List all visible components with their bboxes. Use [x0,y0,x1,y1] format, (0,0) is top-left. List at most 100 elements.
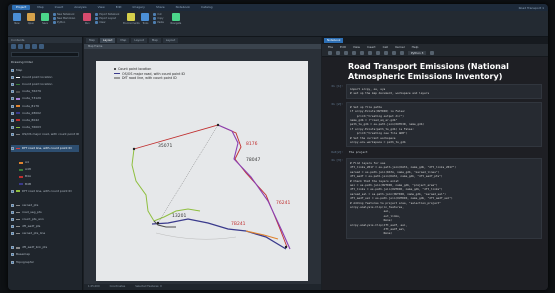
run-icon[interactable] [384,51,388,55]
view-tab[interactable]: Layout [99,38,116,43]
layer-item[interactable]: OS/OS major road, with count point ID [11,131,79,138]
cell-type-select[interactable]: Python 3 [408,51,427,55]
list-by-drawing-order-icon[interactable] [11,44,16,49]
layer-item[interactable]: Map [11,67,79,74]
ribbon-button[interactable]: Save [39,13,51,25]
add-cell-icon[interactable] [336,51,340,55]
layer-item[interactable]: route_8042 [11,117,79,124]
ribbon-tab[interactable]: Imagery [129,5,149,10]
ribbon-button[interactable]: Tools [139,13,151,25]
restart-icon[interactable] [400,51,404,55]
code-cell[interactable]: In [2]: # Set up file paths if arcpy.Exist… [322,101,542,148]
tab-notebook[interactable]: Notebook [324,38,344,43]
ribbon-small-button[interactable]: Paste [153,21,164,24]
layer-checkbox[interactable] [11,125,14,129]
ribbon-tab[interactable]: Insert [51,5,68,10]
layer-checkbox[interactable] [11,189,14,193]
ribbon-small-button[interactable]: Export Layout [95,17,119,20]
layer-item[interactable]: B4B [11,181,79,188]
layer-checkbox[interactable] [11,69,14,73]
layer-item[interactable] [11,138,79,145]
stop-icon[interactable] [392,51,396,55]
code-editor[interactable]: # Set up file paths if arcpy.Exists(OUTDI… [346,101,542,148]
view-tab[interactable]: Map [117,38,130,43]
ribbon-small-button[interactable]: Python [53,21,75,24]
layer-item[interactable]: route_76003 [11,124,79,131]
ribbon-button[interactable]: Navigate [170,13,182,25]
notebook-menu-item[interactable]: Cell [383,44,389,50]
view-tab[interactable]: Layout [131,38,147,43]
layer-checkbox[interactable] [11,83,14,87]
layer-item[interactable]: osroad_pts [11,202,79,209]
ribbon-button[interactable]: New [11,13,23,25]
view-tab[interactable]: Map [148,38,161,43]
output-cell[interactable]: Out[2]: The project [322,150,542,154]
move-down-icon[interactable] [376,51,380,55]
ribbon-tab[interactable]: Analysis [70,5,90,10]
layer-checkbox[interactable] [11,118,14,122]
view-tab[interactable]: Map [86,38,98,43]
ribbon-tab[interactable]: View [94,5,109,10]
copy-icon[interactable] [352,51,356,55]
view-tab[interactable]: Layout [162,38,179,43]
layer-item[interactable]: A48 [11,166,79,173]
layer-item[interactable]: route_76279 [11,88,79,95]
ribbon-tab[interactable]: Notebook [172,5,194,10]
map-frame[interactable]: 35071 8176 78047 76241 7B241 13201 [96,61,308,281]
layer-item[interactable]: Count point location [11,74,79,81]
layer-item[interactable]: route_73129 [11,95,79,102]
count-point-marker[interactable] [216,123,220,127]
save-icon[interactable] [328,51,332,55]
layer-item[interactable]: count_pts_ann [11,216,79,223]
ribbon-small-button[interactable]: New Notebook [53,13,75,16]
ribbon-small-button[interactable]: New Markdown [53,17,75,20]
layer-checkbox[interactable] [11,232,14,236]
list-by-selection-icon[interactable] [25,44,30,49]
layout-page[interactable]: 35071 8176 78047 76241 7B241 13201 Count… [96,61,308,281]
keyboard-icon[interactable] [430,51,435,55]
layer-item[interactable]: dft_aadf_link_pts [11,244,79,251]
notebook-menu-item[interactable]: Insert [367,44,376,50]
notebook-menu-item[interactable]: Edit [340,44,346,50]
ribbon-small-button[interactable]: Clear [95,21,119,24]
layer-checkbox[interactable] [11,147,14,151]
layer-item[interactable]: route_28002 [11,110,79,117]
count-point-marker[interactable] [132,147,136,151]
paste-icon[interactable] [360,51,364,55]
ribbon-tab[interactable]: Project [12,5,31,10]
layer-item[interactable]: Basemap [11,251,79,258]
layer-checkbox[interactable] [11,132,14,136]
list-by-editing-icon[interactable] [32,44,37,49]
layer-item[interactable]: DfT road line, with count point ID [11,188,79,195]
layer-item[interactable]: osroad_pts_line [11,230,79,237]
code-editor[interactable]: import arcpy, os, sys # set up the map do… [346,84,542,99]
layer-checkbox[interactable] [11,97,14,101]
layer-item[interactable]: route_8176 [11,102,79,109]
layer-item[interactable]: dft_aadf_pts [11,223,79,230]
code-cell[interactable]: In [1]: import arcpy, os, sys # set up the… [322,84,542,99]
layer-checkbox[interactable] [11,260,14,264]
ribbon-tab[interactable]: Edit [112,5,126,10]
notebook-menu-item[interactable]: File [328,44,333,50]
layer-checkbox[interactable] [11,90,14,94]
layer-item[interactable]: DfT road line, with count point ID [11,145,79,153]
layer-item[interactable] [11,237,79,244]
layer-item[interactable]: Topographic [11,259,79,266]
ribbon-tab[interactable]: Share [152,5,169,10]
ribbon-tab[interactable]: Map [33,5,47,10]
notebook-menu-item[interactable]: Help [412,44,419,50]
ribbon-button[interactable]: Open [25,13,37,25]
count-point-marker[interactable] [156,221,160,225]
notebook-menu-item[interactable]: Kernel [395,44,404,50]
layer-checkbox[interactable] [11,225,14,229]
count-point-marker[interactable] [284,245,288,249]
cut-icon[interactable] [344,51,348,55]
ribbon-small-button[interactable]: Cut [153,13,163,16]
layer-checkbox[interactable] [11,246,14,250]
ribbon-button[interactable]: Run [81,13,93,25]
layer-item[interactable] [11,195,79,202]
layer-item[interactable]: A4 [11,159,79,166]
layer-item[interactable] [11,152,79,159]
list-by-snapping-icon[interactable] [39,44,44,49]
contents-search-input[interactable] [11,52,79,57]
